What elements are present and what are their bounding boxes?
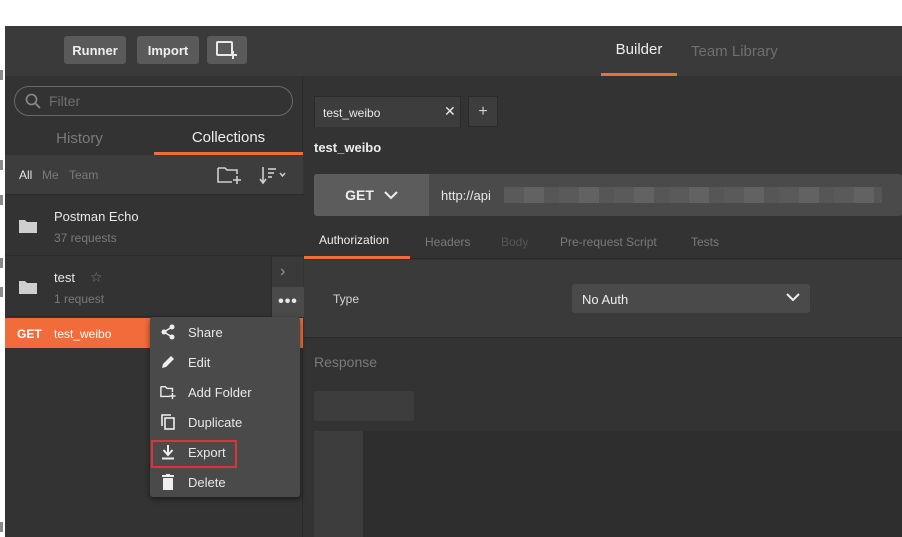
sort-icon[interactable] xyxy=(259,165,289,188)
auth-type-select[interactable]: No Auth xyxy=(572,284,810,313)
request-tabs: Authorization Headers Body Pre-request S… xyxy=(304,224,902,259)
authorization-pane: Type No Auth xyxy=(304,260,902,338)
url-bar: GET http://api xyxy=(314,174,902,216)
edge-mark xyxy=(0,160,3,170)
chevron-down-icon xyxy=(786,293,800,302)
auth-type-label: Type xyxy=(333,292,360,306)
folder-icon xyxy=(19,281,37,294)
filter-all[interactable]: All xyxy=(19,168,32,182)
menu-item-label: Edit xyxy=(188,354,211,370)
collection-filter-bar: All Me Team xyxy=(5,155,303,195)
chevron-down-icon xyxy=(384,191,398,200)
url-redacted xyxy=(504,187,882,203)
tab-headers[interactable]: Headers xyxy=(425,224,470,259)
collection-count: 1 request xyxy=(54,292,105,306)
tab-body[interactable]: Body xyxy=(501,224,528,259)
tab-pre-request-script[interactable]: Pre-request Script xyxy=(560,224,657,259)
tab-history[interactable]: History xyxy=(5,122,154,155)
menu-item-label: Add Folder xyxy=(188,384,252,400)
trash-icon xyxy=(160,474,176,490)
response-placeholder xyxy=(314,391,414,421)
menu-item-label: Export xyxy=(188,444,226,460)
method-select[interactable]: GET xyxy=(314,174,429,216)
new-tab-plus-button[interactable]: + xyxy=(468,96,498,127)
tab-collections[interactable]: Collections xyxy=(154,122,303,155)
app-header: Runner Import Builder Team Library xyxy=(5,26,902,537)
star-icon[interactable]: ☆ xyxy=(90,269,103,286)
runner-button[interactable]: Runner xyxy=(64,36,126,64)
method-label: GET xyxy=(345,187,374,203)
tab-tests[interactable]: Tests xyxy=(691,224,719,259)
collection-item-postman-echo[interactable]: Postman Echo 37 requests xyxy=(5,196,303,256)
new-window-icon xyxy=(216,41,237,59)
edge-mark xyxy=(0,195,3,205)
postman-app: Runner Import Builder Team Library Filte… xyxy=(5,26,902,537)
menu-item-add-folder[interactable]: Add Folder xyxy=(150,377,300,407)
sidebar-tabs: History Collections xyxy=(5,122,303,155)
duplicate-icon xyxy=(160,414,176,430)
menu-item-export[interactable]: Export xyxy=(150,437,300,467)
edge-mark xyxy=(0,258,3,268)
response-body xyxy=(314,431,902,537)
edge-mark xyxy=(0,70,3,80)
new-collection-icon[interactable] xyxy=(217,165,243,188)
tab-team-library[interactable]: Team Library xyxy=(691,26,778,76)
edge-mark xyxy=(0,522,3,532)
collection-actions: › ••• xyxy=(271,257,304,317)
folder-icon xyxy=(19,220,37,233)
pencil-icon xyxy=(160,355,176,369)
filter-me[interactable]: Me xyxy=(42,168,59,182)
response-title: Response xyxy=(314,354,378,370)
tab-authorization[interactable]: Authorization xyxy=(304,224,410,259)
request-method: GET xyxy=(17,327,42,341)
collection-count: 37 requests xyxy=(54,231,117,245)
tab-builder[interactable]: Builder xyxy=(601,26,677,76)
menu-item-duplicate[interactable]: Duplicate xyxy=(150,407,300,437)
auth-type-value: No Auth xyxy=(582,292,629,307)
filter-team[interactable]: Team xyxy=(69,168,98,182)
request-tab-label: test_weibo xyxy=(323,106,381,120)
request-tab[interactable]: test_weibo ✕ xyxy=(314,96,461,127)
builder-main: test_weibo ✕ + test_weibo GET http://api… xyxy=(304,76,902,537)
menu-item-delete[interactable]: Delete xyxy=(150,467,300,497)
collection-item-test[interactable]: test ☆ 1 request xyxy=(5,257,303,317)
collection-name: test xyxy=(54,270,75,285)
url-input[interactable]: http://api xyxy=(441,188,491,203)
filter-placeholder: Filter xyxy=(49,93,81,109)
menu-item-label: Delete xyxy=(188,474,226,490)
filter-input[interactable]: Filter xyxy=(14,86,293,116)
request-title: test_weibo xyxy=(314,140,382,155)
download-icon xyxy=(160,444,176,460)
request-name: test_weibo xyxy=(54,327,112,341)
collection-name: Postman Echo xyxy=(54,209,139,224)
menu-item-label: Share xyxy=(188,324,223,340)
menu-item-share[interactable]: Share xyxy=(150,317,300,347)
menu-item-label: Duplicate xyxy=(188,414,243,430)
edge-mark xyxy=(0,287,3,297)
add-folder-icon xyxy=(160,384,176,400)
search-icon xyxy=(25,93,41,109)
new-tab-button[interactable] xyxy=(207,36,247,64)
response-gutter xyxy=(314,431,363,537)
import-button[interactable]: Import xyxy=(137,36,199,64)
chevron-right-icon[interactable]: › xyxy=(280,263,285,281)
collection-context-menu: Share Edit Add Folder Duplicate Export D… xyxy=(150,317,300,497)
more-options-button[interactable]: ••• xyxy=(272,287,304,317)
menu-item-edit[interactable]: Edit xyxy=(150,347,300,377)
close-icon[interactable]: ✕ xyxy=(444,103,456,120)
share-icon xyxy=(160,324,176,340)
